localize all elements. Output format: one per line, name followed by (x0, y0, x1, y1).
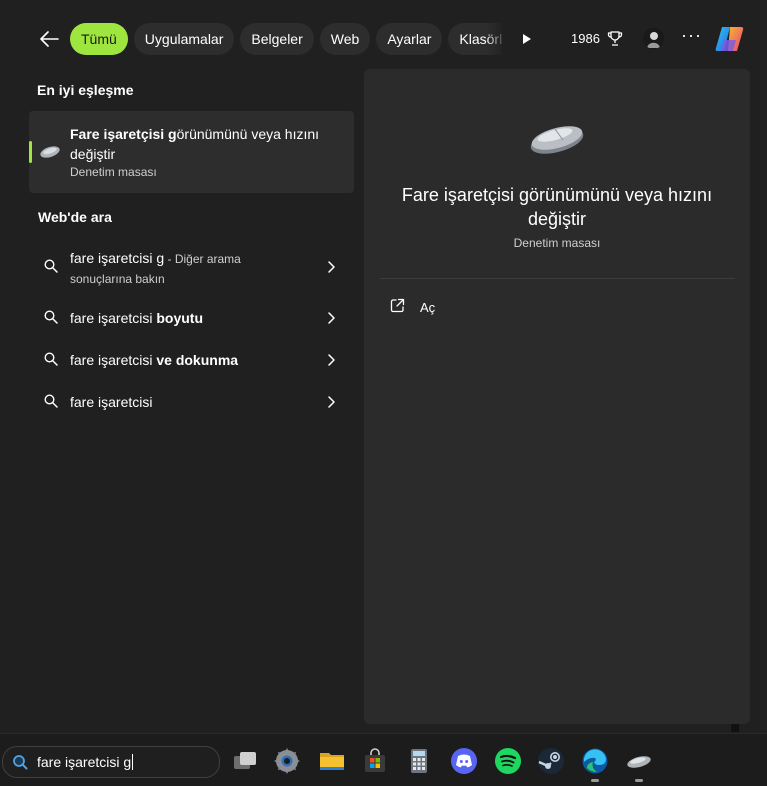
discord-icon[interactable] (450, 747, 478, 775)
mouse-icon (39, 145, 61, 159)
edge-icon[interactable] (581, 747, 609, 782)
web-suggestion-touch[interactable]: fare işaretcisi ve dokunma (38, 348, 346, 372)
web-suggestion-plain[interactable]: fare işaretcisi (38, 390, 346, 414)
preview-subtitle: Denetim masası (513, 236, 601, 250)
web-suggestion-second-line: sonuçlarına bakın (70, 272, 165, 286)
search-icon (44, 259, 58, 273)
web-suggestion-text: fare işaretcisi boyutu (70, 310, 204, 326)
steam-icon[interactable] (537, 747, 565, 775)
search-icon (44, 352, 58, 366)
preview-title: Fare işaretçisi görünümünü veya hızını d… (401, 185, 713, 229)
open-external-icon (390, 298, 405, 313)
running-indicator (635, 779, 643, 782)
trophy-icon[interactable] (607, 30, 623, 48)
best-match-result[interactable]: Fare işaretçisi görünümünü veya hızını d… (29, 111, 354, 193)
taskbar-search-input[interactable]: fare işaretcisi g (2, 746, 220, 778)
chevron-right-icon (328, 354, 335, 366)
web-suggestion-text: fare işaretcisi (70, 394, 153, 410)
filter-chip-web[interactable]: Web (319, 23, 371, 55)
filter-chips: Tümü Uygulamalar Belgeler Web Ayarlar Kl… (70, 23, 502, 55)
filter-chip-documents[interactable]: Belgeler (240, 23, 314, 55)
search-icon (44, 310, 58, 324)
more-options-icon[interactable]: ··· (681, 26, 701, 49)
panel-corner (731, 724, 739, 732)
calculator-icon[interactable] (405, 747, 433, 775)
file-explorer-icon[interactable] (318, 747, 346, 775)
chevron-right-icon (328, 261, 335, 273)
preview-divider (380, 278, 735, 279)
microsoft-store-icon[interactable] (361, 747, 389, 775)
open-button[interactable]: Aç (386, 294, 506, 320)
best-match-subtitle: Denetim masası (70, 165, 157, 179)
chevron-right-icon (328, 312, 335, 324)
best-match-title-bold: Fare işaretçisi g (70, 126, 177, 142)
back-arrow-icon[interactable] (36, 26, 62, 52)
web-search-heading: Web'de ara (38, 209, 112, 225)
filter-chip-settings[interactable]: Ayarlar (376, 23, 443, 55)
filter-chip-apps[interactable]: Uygulamalar (133, 23, 235, 55)
mouse-icon (527, 121, 587, 155)
chevron-right-icon (328, 396, 335, 408)
web-suggestion-text: fare işaretcisi g - Diğer arama (70, 250, 241, 266)
settings-icon[interactable] (273, 747, 301, 775)
search-value: fare işaretcisi g (37, 754, 134, 770)
rewards-points: 1986 (571, 31, 600, 46)
best-match-heading: En iyi eşleşme (37, 82, 134, 98)
user-avatar[interactable] (643, 28, 664, 49)
web-suggestion-text: fare işaretcisi ve dokunma (70, 352, 239, 368)
spotify-icon[interactable] (494, 747, 522, 775)
search-icon (44, 394, 58, 408)
taskbar: fare işaretcisi g (0, 733, 767, 786)
search-icon (13, 755, 28, 770)
best-match-title: Fare işaretçisi görünümünü veya hızını d… (70, 124, 330, 164)
copilot-icon[interactable] (714, 24, 746, 54)
filter-chip-all[interactable]: Tümü (70, 23, 128, 55)
start-search-panel: Tümü Uygulamalar Belgeler Web Ayarlar Kl… (0, 0, 767, 724)
mouse-settings-icon[interactable] (625, 747, 653, 782)
open-label: Aç (420, 300, 436, 315)
web-suggestion-size[interactable]: fare işaretcisi boyutu (38, 306, 346, 330)
web-suggestion-more-results[interactable]: fare işaretcisi g - Diğer arama sonuçlar… (38, 246, 346, 288)
selection-indicator (29, 141, 32, 163)
preview-pane: Fare işaretçisi görünümünü veya hızını d… (364, 69, 750, 724)
task-view-icon[interactable] (231, 747, 259, 775)
chips-fade (486, 23, 506, 55)
running-indicator (591, 779, 599, 782)
scroll-right-icon[interactable] (516, 30, 536, 48)
